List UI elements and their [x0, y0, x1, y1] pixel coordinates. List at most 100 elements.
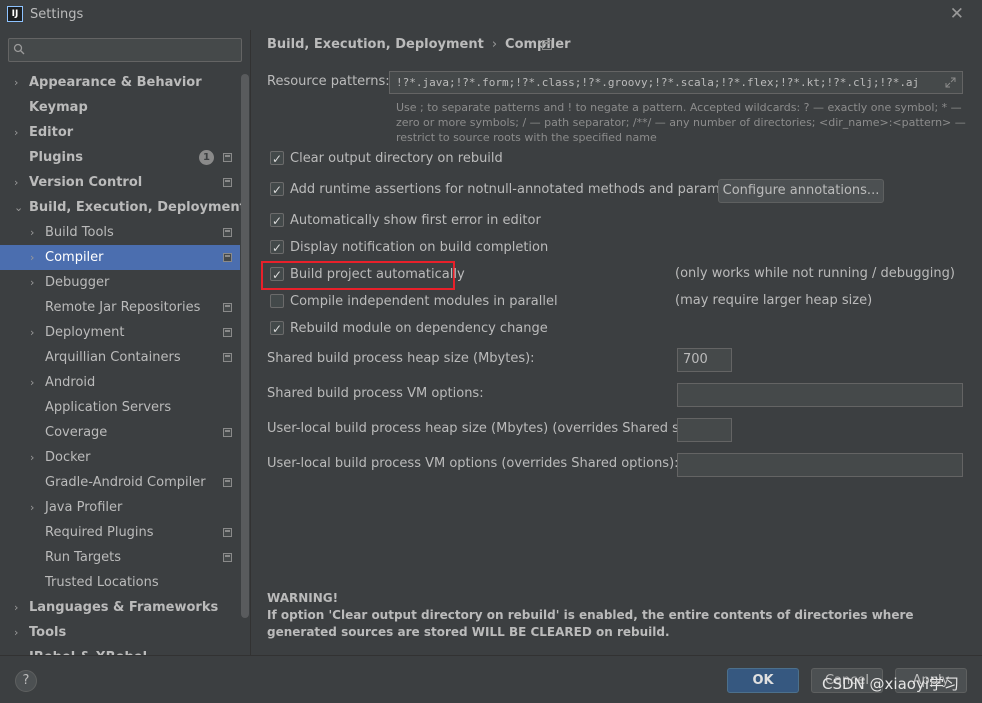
- settings-search-input[interactable]: [8, 38, 242, 62]
- sidebar-item-label: Editor: [29, 125, 74, 140]
- chevron-right-icon[interactable]: ›: [30, 495, 40, 520]
- sidebar-item[interactable]: › Deployment: [0, 320, 240, 345]
- local-heap-size-input[interactable]: [677, 418, 732, 442]
- checkbox-box[interactable]: [270, 180, 284, 200]
- checkbox-box[interactable]: [270, 238, 284, 258]
- resource-patterns-value: !?*.java;!?*.form;!?*.class;!?*.groovy;!…: [396, 76, 920, 89]
- breadcrumb-separator: ›: [491, 37, 498, 52]
- heap-size-input[interactable]: 700: [677, 348, 732, 372]
- sidebar-item[interactable]: Required Plugins: [0, 520, 240, 545]
- checkbox-box[interactable]: [270, 319, 284, 339]
- sidebar-item-label: Build, Execution, Deployment: [29, 200, 246, 215]
- chevron-right-icon[interactable]: ›: [30, 320, 40, 345]
- checkbox-label: Clear output directory on rebuild: [290, 151, 503, 166]
- checkbox-box[interactable]: [270, 294, 284, 308]
- sidebar-item[interactable]: Gradle-Android Compiler: [0, 470, 240, 495]
- chevron-right-icon[interactable]: ›: [14, 620, 24, 645]
- title-bar: IJ Settings ✕: [0, 0, 982, 30]
- chevron-right-icon[interactable]: ›: [30, 220, 40, 245]
- vm-options-label: Shared build process VM options:: [267, 386, 484, 401]
- chevron-right-icon[interactable]: ›: [30, 370, 40, 395]
- sidebar-item[interactable]: › Version Control: [0, 170, 240, 195]
- sidebar-scrollbar[interactable]: [241, 74, 249, 618]
- compiler-settings-panel: Build, Execution, Deployment › Compiler Re…: [252, 30, 982, 655]
- sidebar-item[interactable]: Coverage: [0, 420, 240, 445]
- breadcrumb-item-compiler: Compiler: [505, 37, 571, 52]
- project-scope-icon: [223, 253, 232, 262]
- dialog-footer: ? OK Cancel Apply CSDN @xiaoyi学习: [0, 655, 982, 703]
- local-vm-options-label: User-local build process VM options (ove…: [267, 456, 679, 471]
- resource-patterns-label: Resource patterns:: [267, 74, 390, 89]
- window-title: Settings: [30, 7, 84, 22]
- checkbox-label: Build project automatically: [290, 267, 465, 282]
- sidebar-item-label: Appearance & Behavior: [29, 75, 202, 90]
- sidebar-item[interactable]: Keymap: [0, 95, 240, 120]
- resource-patterns-input[interactable]: !?*.java;!?*.form;!?*.class;!?*.groovy;!…: [389, 71, 963, 94]
- sidebar-item[interactable]: › Languages & Frameworks: [0, 595, 240, 620]
- chevron-right-icon[interactable]: ›: [30, 245, 40, 270]
- sidebar-item-label: Deployment: [45, 325, 125, 340]
- project-scope-icon: [223, 328, 232, 337]
- sidebar-item[interactable]: ⌄ Build, Execution, Deployment: [0, 195, 246, 220]
- sidebar-item[interactable]: › Tools: [0, 620, 240, 645]
- configure-annotations-button[interactable]: Configure annotations...: [718, 179, 884, 203]
- ok-button[interactable]: OK: [727, 668, 799, 693]
- sidebar-item[interactable]: › Java Profiler: [0, 495, 240, 520]
- help-button[interactable]: ?: [15, 670, 37, 692]
- sidebar-item[interactable]: Remote Jar Repositories: [0, 295, 240, 320]
- sidebar-item[interactable]: › Appearance & Behavior: [0, 70, 240, 95]
- project-scope-icon: [223, 553, 232, 562]
- chevron-down-icon[interactable]: ⌄: [14, 195, 24, 220]
- sidebar-item[interactable]: › Editor: [0, 120, 240, 145]
- checkbox-box[interactable]: [270, 149, 284, 169]
- sidebar-item[interactable]: Plugins 1: [0, 145, 240, 170]
- sidebar-item[interactable]: Arquillian Containers: [0, 345, 240, 370]
- sidebar-item-label: Android: [45, 375, 96, 390]
- chevron-right-icon[interactable]: ›: [30, 270, 40, 295]
- sidebar-item-label: Required Plugins: [45, 525, 154, 540]
- checkbox-box[interactable]: [270, 211, 284, 231]
- sidebar-item[interactable]: › JRebel & XRebel: [0, 645, 240, 655]
- sidebar-item-label: Gradle-Android Compiler: [45, 475, 206, 490]
- sidebar-item[interactable]: Run Targets: [0, 545, 240, 570]
- sidebar-item-label: JRebel & XRebel: [29, 645, 147, 655]
- warning-text: If option 'Clear output directory on reb…: [267, 608, 914, 639]
- checkbox-label: Add runtime assertions for notnull-annot…: [290, 182, 754, 197]
- sidebar-item[interactable]: › Build Tools: [0, 220, 240, 245]
- chevron-right-icon[interactable]: ›: [14, 120, 24, 145]
- chevron-right-icon[interactable]: ›: [14, 170, 24, 195]
- local-heap-size-label: User-local build process heap size (Mbyt…: [267, 421, 707, 436]
- vm-options-input[interactable]: [677, 383, 963, 407]
- close-icon[interactable]: ✕: [950, 5, 964, 23]
- chevron-right-icon[interactable]: ›: [30, 445, 40, 470]
- sidebar-item-label: Coverage: [45, 425, 108, 440]
- parallel-note: (may require larger heap size): [675, 293, 873, 308]
- search-icon: [13, 43, 25, 55]
- chevron-right-icon[interactable]: ›: [14, 595, 24, 620]
- sidebar-item[interactable]: Trusted Locations: [0, 570, 240, 595]
- sidebar-item[interactable]: › Compiler: [0, 245, 240, 270]
- update-count-badge: 1: [199, 150, 214, 165]
- sidebar-item-label: Version Control: [29, 175, 143, 190]
- expand-icon[interactable]: [945, 77, 956, 88]
- project-scope-icon: [223, 528, 232, 537]
- chevron-right-icon[interactable]: ›: [14, 70, 24, 95]
- sidebar-item-label: Plugins: [29, 150, 83, 165]
- sidebar-item[interactable]: › Debugger: [0, 270, 240, 295]
- sidebar-item-label: Build Tools: [45, 225, 114, 240]
- resource-patterns-hint: Use ; to separate patterns and ! to nega…: [396, 101, 966, 144]
- sidebar-item[interactable]: › Docker: [0, 445, 240, 470]
- project-scope-icon: [542, 40, 552, 50]
- breadcrumb-item-build: Build, Execution, Deployment: [267, 37, 484, 52]
- local-vm-options-input[interactable]: [677, 453, 963, 477]
- sidebar-item-label: Keymap: [29, 100, 88, 115]
- sidebar-item[interactable]: Application Servers: [0, 395, 240, 420]
- checkbox-box[interactable]: [270, 265, 284, 285]
- watermark: CSDN @xiaoyi学习: [822, 675, 959, 693]
- sidebar-item-label: Docker: [45, 450, 91, 465]
- project-scope-icon: [223, 303, 232, 312]
- sidebar-item[interactable]: › Android: [0, 370, 240, 395]
- project-scope-icon: [223, 153, 232, 162]
- chevron-right-icon[interactable]: ›: [14, 645, 24, 655]
- project-scope-icon: [223, 353, 232, 362]
